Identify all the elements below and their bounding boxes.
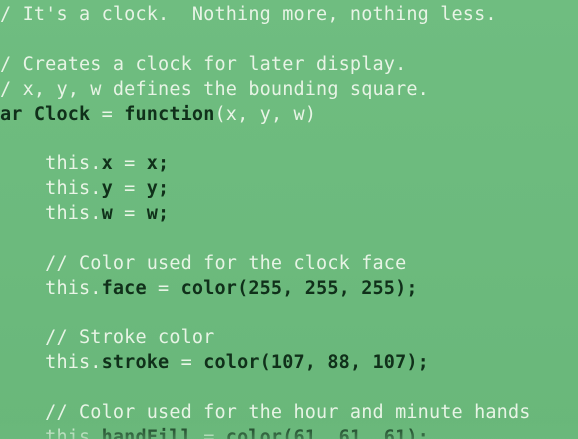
code-token: w — [101, 203, 113, 224]
code-token: w; — [146, 203, 170, 224]
code-editor[interactable]: / It's a clock. Nothing more, nothing le… — [0, 0, 578, 439]
code-token: = — [112, 203, 147, 224]
code-line-18[interactable]: this.handFill = color(61, 61, 61); — [0, 426, 429, 439]
code-token: / Creates a clock for later display. — [0, 54, 407, 75]
code-line-11[interactable]: // Color used for the clock face — [0, 252, 406, 276]
code-token: (x, y, w) — [214, 104, 317, 125]
code-token: this. — [0, 178, 102, 199]
code-token: this. — [0, 427, 102, 439]
code-token: y — [101, 178, 113, 199]
code-line-12[interactable]: this.face = color(255, 255, 255); — [0, 277, 418, 301]
code-line-17[interactable]: // Color used for the hour and minute ha… — [0, 401, 531, 425]
code-token: Clock — [33, 104, 91, 125]
code-token: this. — [0, 153, 102, 174]
code-line-8[interactable]: this.y = y; — [0, 177, 169, 201]
code-token: // Stroke color — [0, 327, 215, 348]
code-token: = — [146, 278, 181, 299]
code-token: this. — [0, 203, 102, 224]
code-token: function — [124, 104, 215, 125]
code-token: // Color used for the hour and minute ha… — [0, 402, 531, 423]
code-token: handFill — [101, 427, 192, 439]
code-line-15[interactable]: this.stroke = color(107, 88, 107); — [0, 351, 429, 375]
code-token: this. — [0, 352, 102, 373]
code-line-4[interactable]: / x, y, w defines the bounding square. — [0, 78, 429, 102]
code-token: / It's a clock. Nothing more, nothing le… — [0, 4, 497, 25]
code-token: = — [90, 104, 125, 125]
code-line-1[interactable]: / It's a clock. Nothing more, nothing le… — [0, 3, 497, 27]
code-token: = — [169, 352, 204, 373]
code-line-3[interactable]: / Creates a clock for later display. — [0, 53, 406, 77]
code-token: y; — [146, 178, 170, 199]
code-line-9[interactable]: this.w = w; — [0, 202, 169, 226]
code-token: // Color used for the clock face — [0, 253, 407, 274]
code-token: ar — [0, 104, 34, 125]
code-token: / x, y, w defines the bounding square. — [0, 79, 429, 100]
code-token: = — [112, 178, 147, 199]
code-token: face — [101, 278, 147, 299]
code-line-14[interactable]: // Stroke color — [0, 326, 214, 350]
code-token: color(61, 61, 61); — [225, 427, 429, 439]
code-token: x — [101, 153, 113, 174]
code-token: = — [191, 427, 226, 439]
code-token: this. — [0, 278, 102, 299]
code-token: stroke — [101, 352, 170, 373]
code-line-5[interactable]: ar Clock = function(x, y, w) — [0, 103, 316, 127]
code-line-7[interactable]: this.x = x; — [0, 152, 169, 176]
code-token: x; — [146, 153, 170, 174]
code-token: = — [112, 153, 147, 174]
code-token: color(107, 88, 107); — [203, 352, 429, 373]
code-token: color(255, 255, 255); — [180, 278, 418, 299]
